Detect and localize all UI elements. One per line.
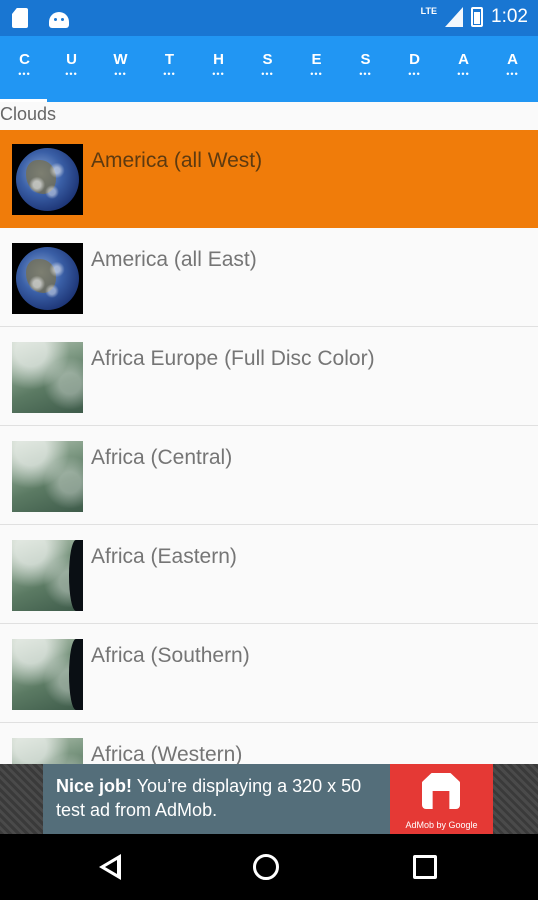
tab-dots: ••• <box>114 69 127 79</box>
admob-logo: AdMob by Google <box>390 764 493 834</box>
tab-letter: T <box>164 51 175 68</box>
tab-dots: ••• <box>65 69 78 79</box>
signal-icon <box>445 7 464 27</box>
item-title: Africa Europe (Full Disc Color) <box>91 347 375 370</box>
tab-letter: E <box>311 51 322 68</box>
tab-letter: C <box>19 51 30 68</box>
list-item[interactable]: Africa Europe (Full Disc Color) <box>0 328 538 426</box>
satellite-thumbnail <box>12 342 83 413</box>
list-item[interactable]: America (all West) <box>0 130 538 228</box>
status-bar: LTE 1:02 <box>0 0 538 36</box>
item-title: Africa (Western) <box>91 743 243 764</box>
tab-letter: D <box>409 51 420 68</box>
tab-s2[interactable]: S ••• <box>341 36 390 102</box>
tab-dots: ••• <box>506 69 519 79</box>
status-time: 1:02 <box>491 6 528 27</box>
admob-icon <box>422 773 460 809</box>
tab-c[interactable]: C ••• <box>0 36 49 102</box>
ad-logo-caption: AdMob by Google <box>405 820 478 830</box>
tab-letter: S <box>262 51 273 68</box>
list-item[interactable]: Africa (Western) <box>0 724 538 764</box>
satellite-thumbnail <box>12 639 83 710</box>
back-icon[interactable] <box>97 852 127 882</box>
tab-dots: ••• <box>408 69 421 79</box>
tab-letter: A <box>507 51 518 68</box>
item-title: America (all West) <box>91 149 263 172</box>
satellite-thumbnail <box>12 540 83 611</box>
tab-h[interactable]: H ••• <box>194 36 243 102</box>
sd-card-icon <box>12 8 28 28</box>
satellite-thumbnail <box>12 441 83 512</box>
list-item[interactable]: Africa (Central) <box>0 427 538 525</box>
item-title: Africa (Southern) <box>91 644 250 667</box>
earth-thumbnail <box>12 243 83 314</box>
section-header: Clouds <box>0 104 57 124</box>
tab-indicator <box>0 99 47 102</box>
android-icon <box>48 8 70 28</box>
ad-banner[interactable]: Nice job! You’re displaying a 320 x 50 t… <box>0 764 538 834</box>
tab-dots: ••• <box>18 69 31 79</box>
navigation-bar <box>0 834 538 900</box>
tab-dots: ••• <box>163 69 176 79</box>
tab-dots: ••• <box>261 69 274 79</box>
list-item[interactable]: America (all East) <box>0 229 538 327</box>
home-icon[interactable] <box>253 854 279 880</box>
earth-thumbnail <box>12 144 83 215</box>
tab-dots: ••• <box>310 69 323 79</box>
battery-icon <box>471 7 484 27</box>
tab-a2[interactable]: A ••• <box>488 36 537 102</box>
satellite-thumbnail <box>12 738 83 764</box>
tab-dots: ••• <box>457 69 470 79</box>
tab-e[interactable]: E ••• <box>292 36 341 102</box>
ad-bold-text: Nice job! <box>56 776 133 796</box>
tab-letter: A <box>458 51 469 68</box>
item-title: America (all East) <box>91 248 257 271</box>
tab-w[interactable]: W ••• <box>96 36 145 102</box>
ad-text: Nice job! You’re displaying a 320 x 50 t… <box>56 774 386 822</box>
tab-letter: S <box>360 51 371 68</box>
item-title: Africa (Eastern) <box>91 545 237 568</box>
tab-dots: ••• <box>212 69 225 79</box>
list-item[interactable]: Africa (Eastern) <box>0 526 538 624</box>
tab-d[interactable]: D ••• <box>390 36 439 102</box>
tab-letter: W <box>113 51 128 68</box>
recents-icon[interactable] <box>413 855 437 879</box>
tab-a[interactable]: A ••• <box>439 36 488 102</box>
network-type: LTE <box>420 6 438 16</box>
tab-letter: U <box>66 51 77 68</box>
list-item[interactable]: Africa (Southern) <box>0 625 538 723</box>
tab-letter: H <box>213 51 224 68</box>
tab-bar: C ••• U ••• W ••• T ••• H ••• S ••• E ••• S ••• … <box>0 36 538 102</box>
tab-s[interactable]: S ••• <box>243 36 292 102</box>
tab-u[interactable]: U ••• <box>47 36 96 102</box>
item-title: Africa (Central) <box>91 446 233 469</box>
tab-t[interactable]: T ••• <box>145 36 194 102</box>
tab-dots: ••• <box>359 69 372 79</box>
